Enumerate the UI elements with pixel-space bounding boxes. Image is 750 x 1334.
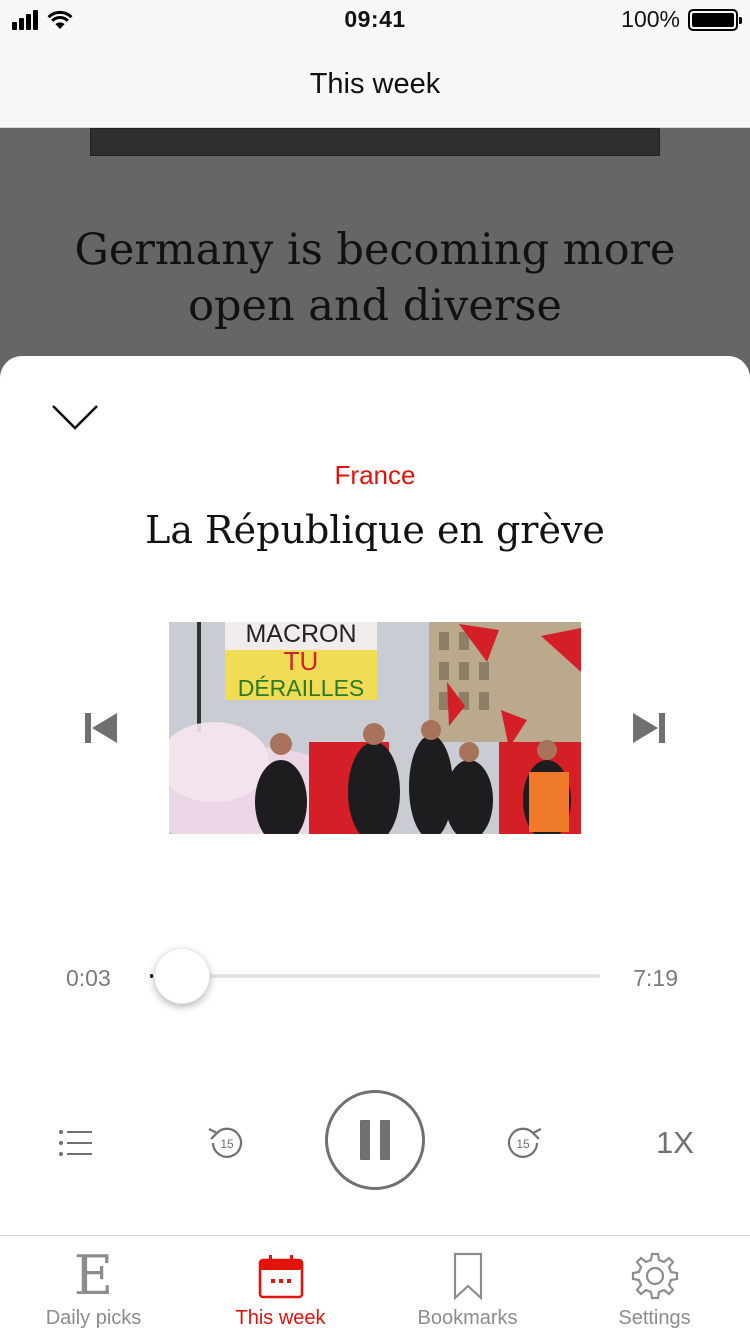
sign-line-3: DÉRAILLES	[238, 675, 365, 701]
audio-player-sheet: France La République en grève MACRON TU …	[0, 356, 750, 1236]
elapsed-time: 0:03	[66, 965, 111, 991]
forward-15-button[interactable]: 15	[500, 1118, 550, 1168]
tab-label: Bookmarks	[417, 1307, 518, 1329]
economist-e-icon: E	[73, 1244, 114, 1307]
nav-title: This week	[309, 68, 441, 100]
rewind-15-button[interactable]: 15	[200, 1118, 250, 1168]
skip-previous-icon[interactable]	[84, 712, 118, 744]
progress-fill	[150, 974, 154, 978]
navigation-bar: This week	[0, 40, 750, 128]
tab-bar: E Daily picks This week Bookmarks Settin…	[0, 1235, 750, 1334]
sign-line-1: MACRON	[245, 622, 356, 648]
fast-forward-icon: 15	[507, 1127, 542, 1158]
episode-artwork: MACRON TU DÉRAILLES	[169, 622, 581, 834]
article-hero-image	[90, 128, 660, 156]
forward-seconds: 15	[516, 1137, 530, 1151]
list-icon	[59, 1130, 92, 1156]
bookmark-icon	[453, 1252, 482, 1300]
calendar-icon	[258, 1255, 303, 1299]
protest-photo: MACRON TU DÉRAILLES	[169, 622, 581, 834]
status-right: 100%	[621, 6, 742, 33]
scrubber-thumb[interactable]	[154, 948, 211, 1004]
playback-controls: 15 15 1X	[0, 1090, 750, 1194]
episode-title: La République en grève	[145, 508, 605, 552]
pause-button[interactable]	[325, 1090, 425, 1190]
pause-icon-bar-right	[380, 1120, 390, 1160]
playback-speed-button[interactable]: 1X	[640, 1118, 710, 1168]
sign-line-2: TU	[284, 646, 319, 676]
battery-percent: 100%	[621, 6, 680, 32]
tab-this-week[interactable]: This week	[187, 1236, 374, 1334]
progress-track[interactable]	[150, 974, 600, 978]
pause-icon-bar-left	[360, 1120, 370, 1160]
tab-settings[interactable]: Settings	[561, 1236, 748, 1334]
tab-bookmarks[interactable]: Bookmarks	[374, 1236, 561, 1334]
status-bar: 09:41 100%	[0, 0, 750, 40]
battery-icon	[688, 8, 742, 31]
tab-label: Daily picks	[45, 1307, 142, 1329]
playlist-button[interactable]	[52, 1120, 98, 1166]
gear-icon	[631, 1252, 678, 1300]
tab-label: Settings	[618, 1307, 691, 1329]
tab-daily-picks[interactable]: E Daily picks	[0, 1236, 187, 1334]
section-label: France	[334, 460, 416, 490]
rewind-seconds: 15	[220, 1137, 234, 1151]
article-background: Germany is becoming more open and divers…	[0, 128, 750, 378]
skip-next-icon[interactable]	[632, 712, 666, 744]
tab-label: This week	[235, 1307, 326, 1329]
total-duration: 7:19	[633, 965, 678, 991]
article-headline: Germany is becoming more open and divers…	[74, 225, 676, 331]
rewind-icon: 15	[208, 1127, 243, 1158]
chevron-down-icon[interactable]	[50, 402, 100, 432]
